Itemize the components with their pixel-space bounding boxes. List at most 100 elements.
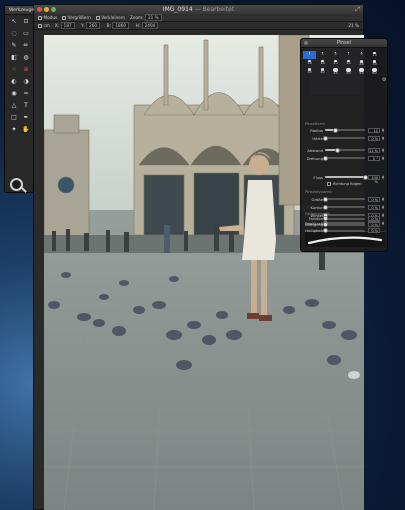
slider-value-field[interactable]: 11 [368,127,380,133]
crop-tool-icon[interactable]: ⊡ [20,18,32,26]
hand-tool-icon[interactable]: ✋ [20,126,32,134]
zoom-window-button[interactable] [51,7,56,12]
stepper-icon[interactable]: ▲ ▼ [381,127,385,133]
slider-knob[interactable] [322,135,328,141]
text-tool-icon[interactable]: T [20,102,32,110]
sharpen-tool-icon[interactable]: △ [8,102,20,110]
slider-knob[interactable] [322,196,328,202]
slider-value-field[interactable]: 11 % [368,147,380,153]
brush-panel-close-button[interactable] [304,41,308,45]
close-window-button[interactable] [37,7,42,12]
toolbar-item-mode[interactable]: Modus [38,15,57,20]
brush-preset[interactable]: 35 [303,67,316,75]
stepper-icon[interactable]: ▲ ▼ [381,135,385,141]
slider-knob[interactable] [362,174,368,180]
brush-size-label: 40 [320,70,325,75]
arrow-tool-icon[interactable]: ↖ [8,18,20,26]
brush-preset[interactable]: 40 [316,67,329,75]
brush-preset[interactable]: 18 [316,59,329,67]
checkbox-box[interactable] [327,182,331,186]
brush-preset[interactable]: 5 [329,51,342,59]
slider-knob[interactable] [322,216,328,221]
stepper-icon[interactable]: ▲ ▼ [381,155,385,161]
marquee-tool-icon[interactable]: ▭ [20,30,32,38]
brush-preset[interactable]: 13 [368,51,381,59]
x-field[interactable]: 187 [60,22,75,29]
slider-track[interactable] [322,204,365,210]
stepper-icon[interactable]: ▲ ▼ [381,196,385,202]
slider-track[interactable] [322,196,365,202]
burn-tool-icon[interactable]: ◑ [20,78,32,86]
brush-preset[interactable]: 55 [355,67,368,75]
brush-preset[interactable]: 9 [355,51,368,59]
brush-preset[interactable]: 16 [303,59,316,67]
slider-knob[interactable] [322,228,328,233]
slider-value-field[interactable]: 0 % [368,196,380,202]
brush-preset[interactable]: 28 [355,59,368,67]
slider-track[interactable] [325,174,368,180]
slider-value-field[interactable]: 0 % [368,204,380,210]
brush-preset[interactable]: 60 [368,67,381,75]
stepper-icon[interactable]: ▲ ▼ [381,174,385,180]
follow-direction-checkbox[interactable]: Richtung folgen [327,182,361,186]
blur-tool-icon[interactable]: ≈ [20,90,32,98]
stepper-icon[interactable]: ▲ ▼ [381,204,385,210]
toolbar-zoom[interactable]: Zoom: 21 % [130,14,163,21]
toolbar-item-zoom-out[interactable]: Verkleinern [95,15,125,20]
eyedropper-tool-icon[interactable]: ✦ [8,126,20,134]
slider-knob[interactable] [322,222,328,227]
brush-settings-icon[interactable]: ⚙ [382,77,386,83]
slider-track[interactable] [322,135,365,141]
slider-value-field[interactable]: 100 % [368,174,380,184]
pencil-tool-icon[interactable]: ✏ [20,42,32,50]
slider-value-field[interactable]: 0 % [368,216,380,221]
brush-preset[interactable]: 1 [303,51,316,59]
lasso-tool-icon[interactable]: ◌ [8,30,20,38]
slider-knob[interactable] [332,127,338,133]
slider-track[interactable] [322,228,365,233]
smudge-tool-icon[interactable]: ☝ [8,66,20,74]
brush-preset[interactable]: 30 [368,59,381,67]
width-field[interactable]: 1860 [112,22,130,29]
slider-value-field[interactable]: 0 % [368,222,380,227]
brush-tool-icon[interactable]: ✎ [8,42,20,50]
slider-track[interactable] [322,155,365,161]
height-field[interactable]: 2404 [141,22,159,29]
toolbar-zoom-value[interactable]: 21 % [145,14,162,21]
slider-value-field[interactable]: 0 ° [368,155,380,161]
window-titlebar[interactable]: IMG_0914 — Bearbeitet ⤢ [34,5,363,14]
fill-tool-icon[interactable]: ◍ [20,54,32,62]
window-edited-label: Bearbeitet [202,6,235,13]
y-field[interactable]: 260 [86,22,101,29]
minimize-window-button[interactable] [44,7,49,12]
brush-preset[interactable]: 7 [342,51,355,59]
slider-track[interactable] [322,216,365,221]
brush-preset[interactable]: 45 [329,67,342,75]
sponge-tool-icon[interactable]: ◉ [8,90,20,98]
brush-preset[interactable]: 20 [329,59,342,67]
brush-panel-title-bar[interactable]: Pinsel [301,39,387,48]
eraser-tool-icon[interactable]: ◧ [8,54,20,62]
slider-track[interactable] [325,147,365,153]
shape-tool-icon[interactable]: □ [8,114,20,122]
brush-preset[interactable]: 25 [342,59,355,67]
brush-preset[interactable]: 3 [316,51,329,59]
slider-track[interactable] [325,127,365,133]
magnifier-icon[interactable] [10,178,23,191]
slider-value-field[interactable]: 0 % [368,228,380,233]
slider-knob[interactable] [322,155,328,161]
slider-value-field[interactable]: 0 % [368,135,380,141]
slider-knob[interactable] [322,204,328,210]
stepper-icon[interactable]: ▲ ▼ [381,147,385,153]
pen-tool-icon[interactable]: ✒ [20,114,32,122]
fullscreen-icon[interactable]: ⤢ [355,6,360,14]
slider-knob[interactable] [334,147,340,153]
toolbar-item-zoom-in[interactable]: Vergrößern [62,15,91,20]
unit-select[interactable]: cm [38,23,50,28]
slider-row: Abstand 11 % ▲ ▼ [305,147,385,153]
brush-preset[interactable]: 50 [342,67,355,75]
slider-track[interactable] [322,222,365,227]
brush-size-label: 9 [360,52,363,57]
dodge-tool-icon[interactable]: ◐ [8,78,20,86]
clone-tool-icon[interactable]: ⊕ [20,66,32,74]
